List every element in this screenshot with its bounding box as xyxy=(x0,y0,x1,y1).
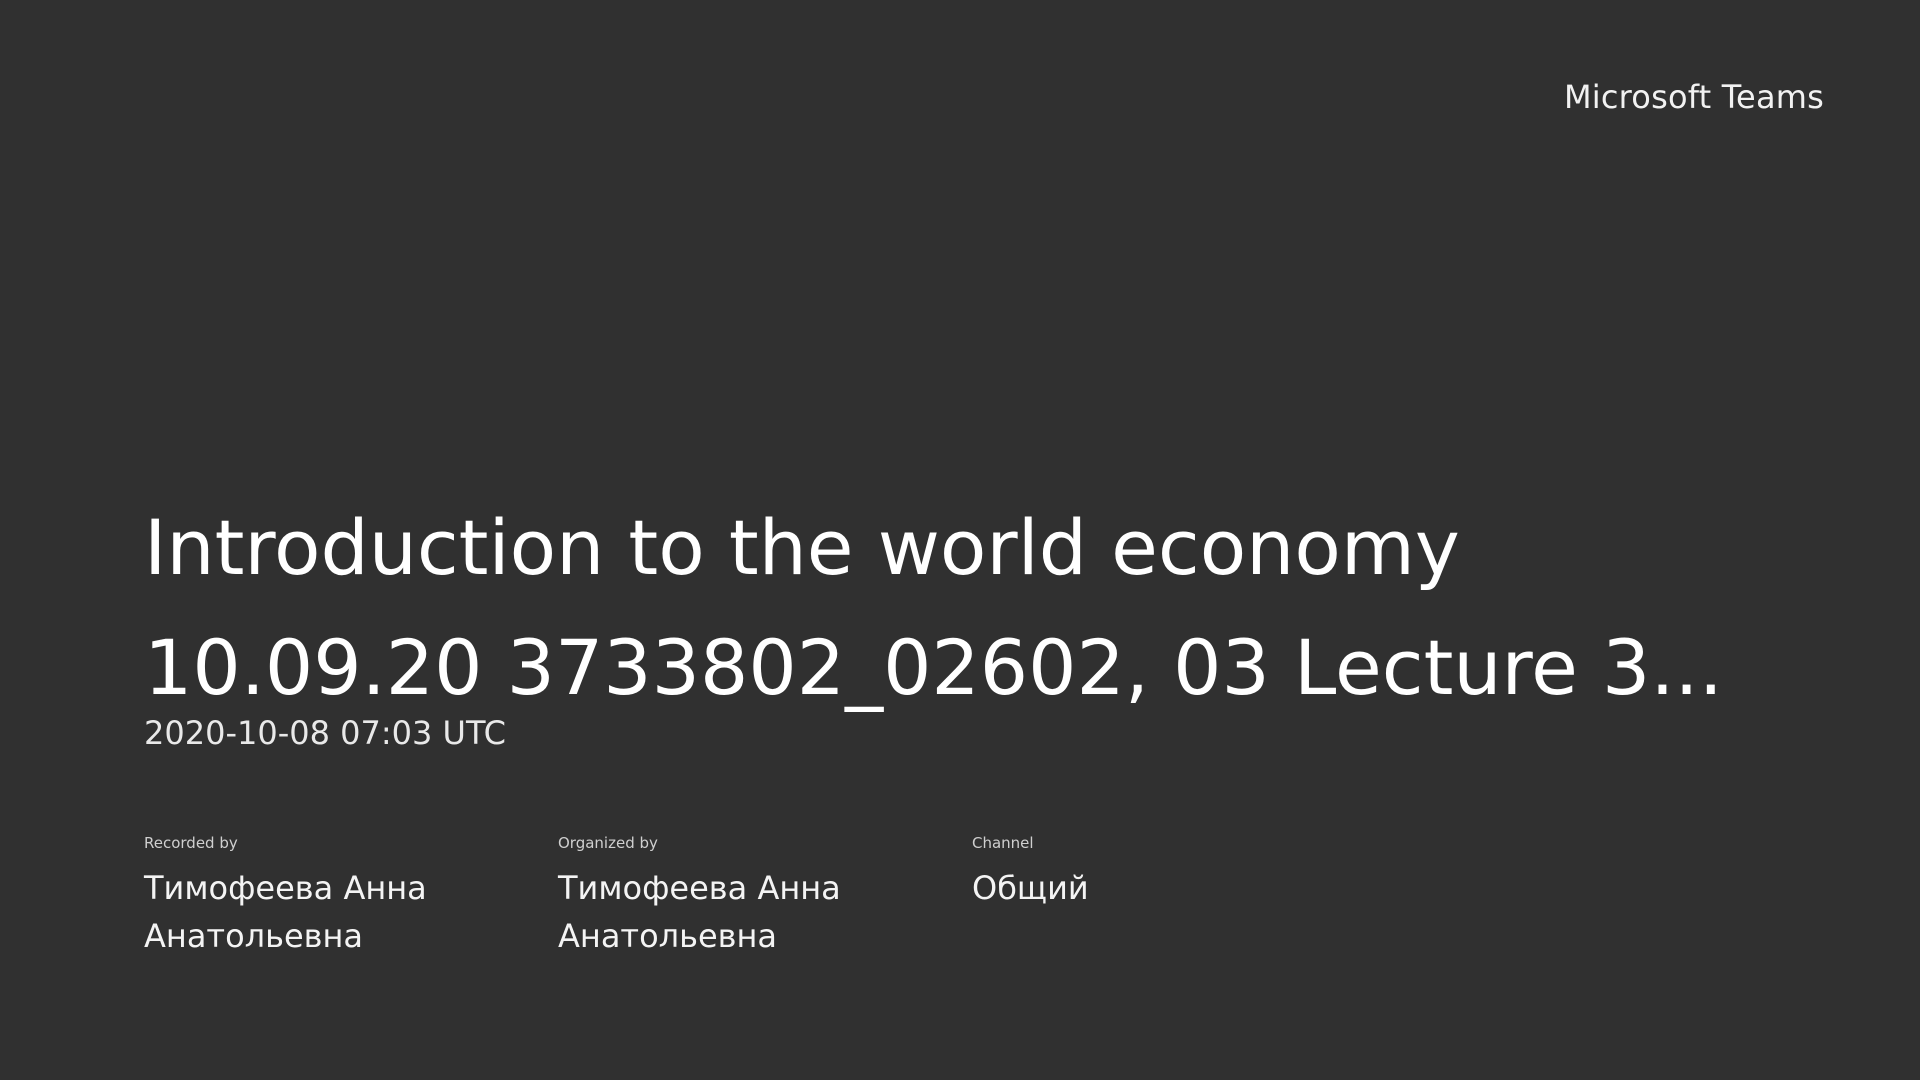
recorded-by-label: Recorded by xyxy=(144,834,238,852)
recording-title-slate: Microsoft Teams Introduction to the worl… xyxy=(0,0,1920,1080)
channel-label: Channel xyxy=(972,834,1034,852)
organized-by-label: Organized by xyxy=(558,834,658,852)
channel-field: Channel Общий xyxy=(972,834,1386,960)
meeting-details: Recorded by Тимофеева Анна Анатольевна O… xyxy=(144,834,1386,960)
organized-by-value: Тимофеева Анна Анатольевна xyxy=(558,869,841,955)
recorded-by-field: Recorded by Тимофеева Анна Анатольевна xyxy=(144,834,558,960)
channel-value: Общий xyxy=(972,869,1089,907)
recording-date: 2020-10-08 07:03 UTC xyxy=(144,714,506,752)
meeting-title: Introduction to the world economy 10.09.… xyxy=(144,488,1784,728)
meeting-title-line-2: 10.09.20 3733802_02602, 03 Lecture 3... xyxy=(144,623,1723,712)
recorded-by-value: Тимофеева Анна Анатольевна xyxy=(144,869,427,955)
organized-by-field: Organized by Тимофеева Анна Анатольевна xyxy=(558,834,972,960)
brand-label: Microsoft Teams xyxy=(1563,78,1824,116)
meeting-title-line-1: Introduction to the world economy xyxy=(144,503,1460,592)
